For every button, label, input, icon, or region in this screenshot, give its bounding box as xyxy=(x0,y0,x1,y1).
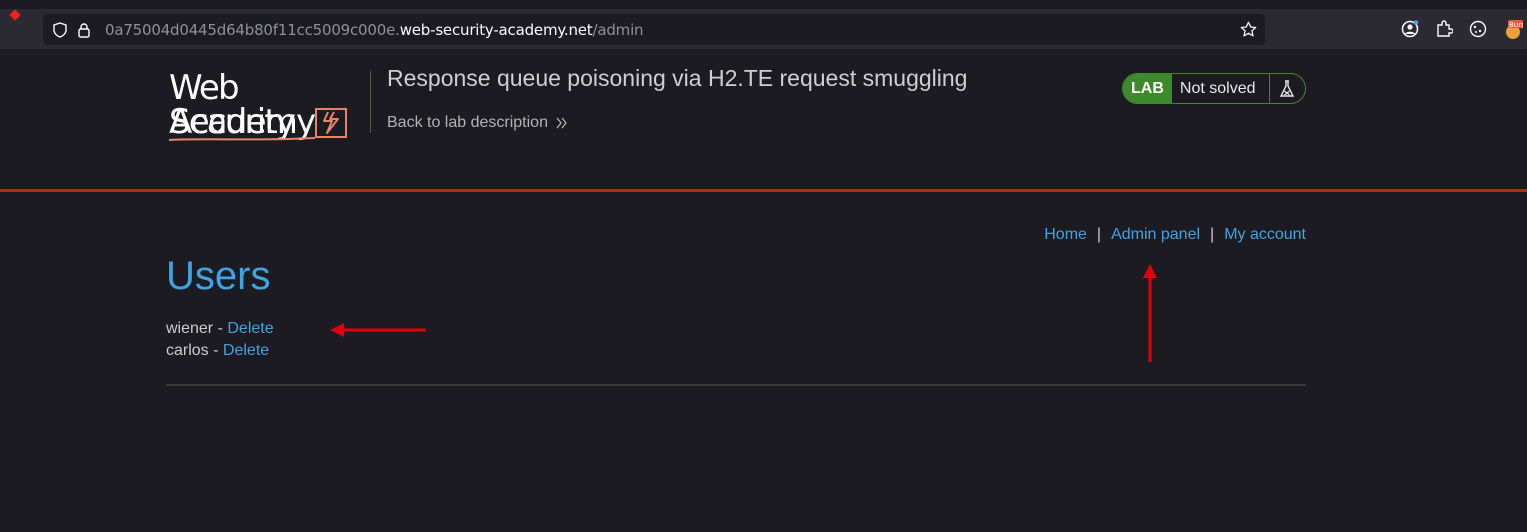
lock-icon[interactable] xyxy=(77,22,91,38)
cookie-icon[interactable] xyxy=(1469,20,1487,38)
url-host: web-security-academy.net xyxy=(399,20,593,39)
delete-user-link[interactable]: Delete xyxy=(227,320,273,337)
burp-label: Burp xyxy=(1509,21,1523,29)
url-path: /admin xyxy=(592,20,644,39)
nav-separator: | xyxy=(1096,226,1102,243)
nav-admin-panel-link[interactable]: Admin panel xyxy=(1111,226,1200,244)
nav-separator: | xyxy=(1210,226,1215,243)
top-nav: Home | Admin panel | My account xyxy=(1044,226,1306,244)
lab-label: LAB xyxy=(1123,74,1172,103)
page-title: Users xyxy=(166,254,271,298)
header-divider xyxy=(370,71,371,133)
academy-logo[interactable]: Web Security Academy xyxy=(167,71,367,143)
nav-my-account-link[interactable]: My account xyxy=(1224,226,1306,244)
extensions-icon[interactable] xyxy=(1435,20,1454,38)
recording-indicator-icon xyxy=(9,9,21,21)
back-link-label: Back to lab description xyxy=(387,114,548,131)
browser-toolbar: 0a75004d0445d64b80f11cc5009c000e.web-sec… xyxy=(0,0,1527,49)
burp-extension-icon[interactable]: Burp xyxy=(1503,20,1526,39)
logo-lightning-icon xyxy=(315,108,347,138)
lab-status-text: Not solved xyxy=(1172,74,1270,103)
annotation-arrow-up-icon xyxy=(1143,264,1157,362)
delete-user-link[interactable]: Delete xyxy=(223,342,269,359)
logo-line2: Academy xyxy=(169,102,316,142)
lab-header: Web Security Academy Response queue pois… xyxy=(0,49,1527,192)
user-name: wiener xyxy=(166,320,214,337)
logo-underline xyxy=(168,137,316,141)
flask-icon xyxy=(1270,79,1305,98)
annotation-arrow-left-icon xyxy=(330,323,426,337)
nav-home-link[interactable]: Home xyxy=(1044,226,1087,244)
user-separator: - xyxy=(208,342,223,359)
back-to-lab-link[interactable]: Back to lab description xyxy=(387,114,568,132)
user-row: carlos - Delete xyxy=(166,342,269,360)
address-bar[interactable]: 0a75004d0445d64b80f11cc5009c000e.web-sec… xyxy=(43,14,1265,45)
url-text[interactable]: 0a75004d0445d64b80f11cc5009c000e.web-sec… xyxy=(105,20,644,39)
shield-icon[interactable] xyxy=(53,21,67,38)
toolbar-icons: Burp xyxy=(1401,20,1527,39)
bookmark-star-icon[interactable] xyxy=(1240,21,1257,38)
double-chevron-right-icon xyxy=(556,117,567,129)
user-name: carlos xyxy=(166,342,209,359)
url-prefix: 0a75004d0445d64b80f11cc5009c000e. xyxy=(105,20,400,39)
user-separator: - xyxy=(213,320,228,337)
account-icon[interactable] xyxy=(1401,20,1419,38)
lab-title: Response queue poisoning via H2.TE reque… xyxy=(387,65,968,91)
content-divider xyxy=(166,384,1306,386)
lab-status-badge: LAB Not solved xyxy=(1122,73,1306,104)
user-row: wiener - Delete xyxy=(166,320,274,338)
